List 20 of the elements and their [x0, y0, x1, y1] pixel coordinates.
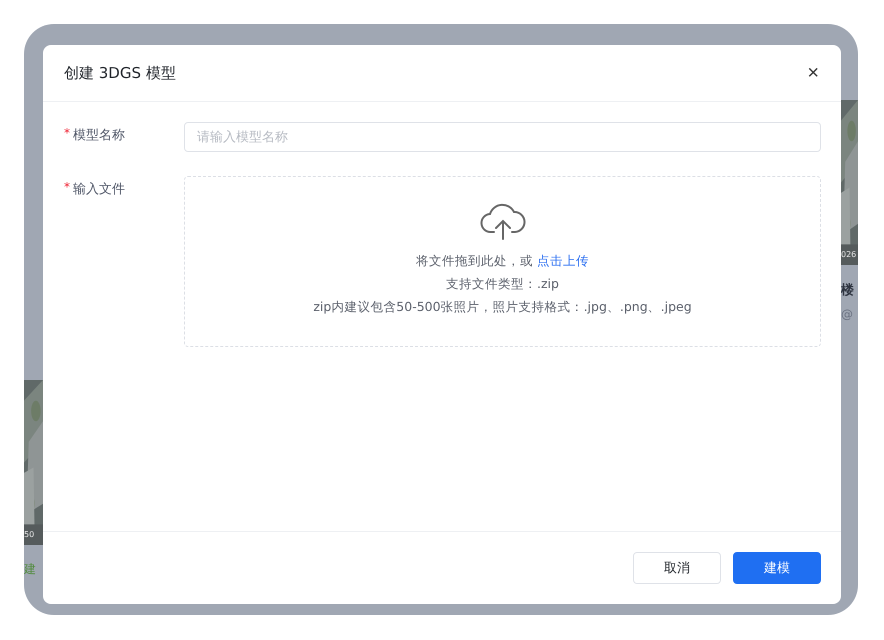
- field-label: 模型名称: [73, 127, 125, 144]
- card-title: 楼: [841, 282, 855, 299]
- required-asterisk: *: [64, 180, 70, 194]
- primary-button[interactable]: 建模: [733, 552, 821, 584]
- close-button[interactable]: ×: [803, 62, 823, 84]
- card-title: 建: [24, 561, 37, 578]
- image-caption: 50: [24, 530, 34, 539]
- cloud-upload-icon: [478, 201, 526, 241]
- required-asterisk: *: [64, 126, 70, 140]
- upload-prompt: 将文件拖到此处，或 点击上传: [416, 253, 589, 270]
- upload-hint: zip内建议包含50-500张照片，照片支持格式：.jpg、.png、.jpeg: [313, 299, 692, 316]
- image-caption: 026: [841, 250, 856, 259]
- upload-hint: 支持文件类型：.zip: [446, 276, 559, 293]
- upload-link[interactable]: 点击上传: [536, 253, 589, 268]
- cancel-button[interactable]: 取消: [633, 552, 721, 584]
- card-subtitle: @: [841, 307, 854, 321]
- field-label: 输入文件: [73, 181, 125, 198]
- upload-dropzone[interactable]: 将文件拖到此处，或 点击上传 支持文件类型：.zip zip内建议包含50-500张照片，照片支持格式：.jpg、.png、.jpeg: [184, 176, 821, 347]
- dialog-title: 创建 3DGS 模型: [64, 64, 176, 82]
- input-field[interactable]: 请输入模型名称: [184, 122, 821, 152]
